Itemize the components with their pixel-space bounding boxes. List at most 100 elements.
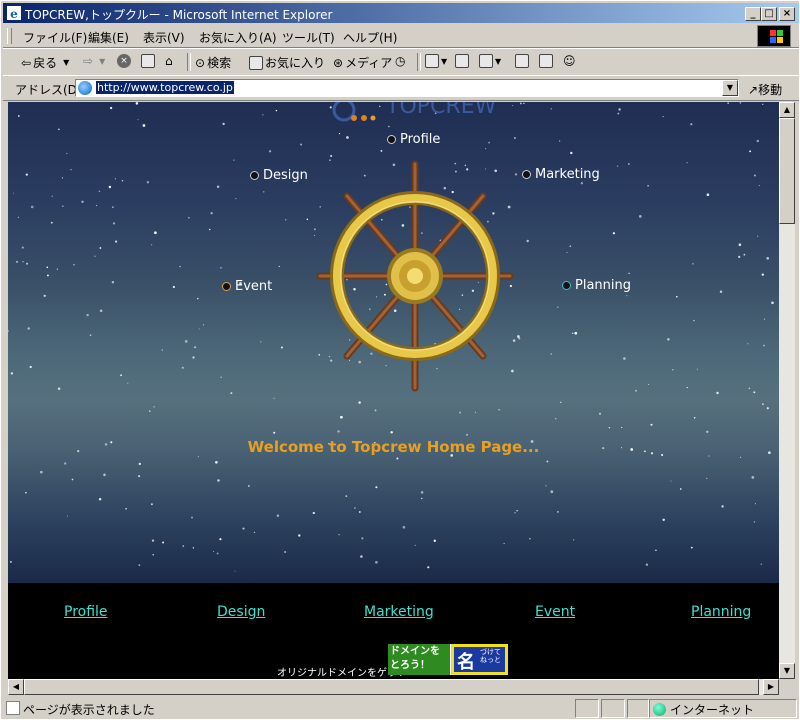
star-dot: [81, 200, 84, 204]
minimize-button[interactable]: _: [745, 7, 761, 21]
star-dot: [738, 255, 741, 259]
history-button[interactable]: ◷: [395, 54, 405, 68]
messenger-button[interactable]: ☺: [563, 54, 576, 68]
address-input[interactable]: http://www.topcrew.co.jp ▼: [75, 79, 739, 97]
menu-help[interactable]: ヘルプ(H): [343, 29, 397, 46]
media-button[interactable]: ⊛ メディア: [333, 54, 392, 71]
star-dot: [739, 102, 742, 104]
bottom-link-marketing[interactable]: Marketing: [364, 604, 434, 620]
star-dot: [215, 461, 218, 464]
star-dot: [623, 357, 626, 360]
horizontal-scroll-thumb[interactable]: [24, 679, 759, 695]
star-dot: [608, 427, 611, 429]
star-dot: [8, 330, 10, 332]
stop-icon: ×: [117, 54, 131, 68]
star-dot: [740, 456, 742, 458]
print-button[interactable]: [455, 54, 469, 68]
star-dot: [753, 521, 756, 523]
star-dot: [753, 391, 756, 394]
discuss-button[interactable]: [515, 54, 529, 68]
research-button[interactable]: [539, 54, 553, 68]
star-dot: [706, 477, 708, 479]
address-bar: アドレス(D) http://www.topcrew.co.jp ▼ ↗移動: [3, 75, 799, 101]
menu-tools[interactable]: ツール(T): [282, 29, 335, 46]
refresh-button[interactable]: [141, 54, 155, 68]
star-dot: [420, 491, 424, 494]
menu-grip[interactable]: [7, 28, 12, 44]
star-dot: [312, 511, 315, 515]
star-dot: [516, 509, 518, 512]
star-dot: [219, 538, 222, 541]
wheel-nav-planning[interactable]: Planning: [562, 278, 631, 293]
star-dot: [573, 539, 575, 541]
mail-button[interactable]: ▼: [425, 54, 447, 68]
star-dot: [545, 485, 547, 487]
bottom-link-design[interactable]: Design: [217, 604, 265, 620]
home-button[interactable]: ⌂: [165, 54, 173, 68]
star-dot: [396, 457, 399, 460]
star-dot: [756, 139, 760, 143]
svg-text:e: e: [10, 7, 18, 20]
star-dot: [62, 205, 64, 207]
scroll-up-button[interactable]: ▲: [779, 102, 795, 118]
menu-edit[interactable]: 編集(E): [88, 29, 129, 46]
go-button[interactable]: ↗移動: [748, 81, 782, 98]
star-dot: [151, 244, 153, 246]
favorites-button[interactable]: お気に入り: [249, 54, 325, 71]
scroll-left-button[interactable]: ◀: [8, 679, 24, 695]
star-dot: [760, 563, 763, 566]
star-dot: [686, 162, 688, 164]
star-dot: [414, 544, 416, 546]
star-dot: [672, 368, 674, 371]
star-dot: [89, 334, 92, 337]
wheel-nav-marketing[interactable]: Marketing: [522, 167, 600, 182]
scroll-right-button[interactable]: ▶: [763, 679, 779, 695]
wheel-nav-profile[interactable]: Profile: [387, 132, 440, 147]
star-dot: [421, 497, 423, 500]
close-button[interactable]: ×: [779, 7, 795, 21]
vertical-scroll-thumb[interactable]: [779, 118, 795, 224]
star-dot: [30, 205, 34, 209]
star-dot: [360, 555, 363, 558]
star-dot: [152, 554, 154, 556]
star-dot: [621, 426, 623, 429]
menu-favorites[interactable]: お気に入り(A): [199, 29, 277, 46]
address-dropdown-button[interactable]: ▼: [722, 80, 738, 96]
star-dot: [285, 219, 287, 221]
edit-button[interactable]: ▼: [479, 54, 501, 68]
title-bar[interactable]: e TOPCREW,トップクルー - Microsoft Internet Ex…: [3, 3, 799, 23]
star-dot: [459, 411, 462, 414]
back-dropdown-icon[interactable]: ▼: [63, 58, 69, 67]
back-button[interactable]: ⇦ 戻る ▼: [21, 54, 69, 71]
star-dot: [337, 430, 340, 433]
maximize-button[interactable]: □: [761, 7, 777, 21]
star-dot: [571, 332, 574, 335]
star-dot: [220, 267, 222, 269]
wheel-nav-design[interactable]: Design: [250, 168, 308, 183]
window-title: TOPCREW,トップクルー - Microsoft Internet Expl…: [25, 8, 333, 22]
address-url[interactable]: http://www.topcrew.co.jp: [96, 81, 234, 94]
menu-file[interactable]: ファイル(F): [23, 29, 87, 46]
ship-wheel-icon[interactable]: [315, 158, 515, 394]
star-dot: [210, 212, 213, 215]
domain-banner[interactable]: ドメインをとろう！ 名 づけてねっと: [388, 644, 508, 675]
star-dot: [375, 486, 378, 489]
star-dot: [647, 184, 649, 187]
star-dot: [15, 260, 19, 264]
star-dot: [58, 128, 60, 131]
forward-button[interactable]: ⇨ ▼: [83, 54, 105, 68]
star-dot: [260, 341, 262, 343]
scroll-down-button[interactable]: ▼: [779, 663, 795, 679]
stop-button[interactable]: ×: [117, 54, 131, 68]
bottom-link-planning[interactable]: Planning: [691, 604, 751, 620]
star-dot: [754, 503, 756, 505]
vertical-scrollbar[interactable]: ▲ ▼: [779, 102, 795, 679]
horizontal-scrollbar[interactable]: ◀ ▶: [8, 679, 779, 695]
star-dot: [25, 491, 27, 494]
search-button[interactable]: ⊙ 検索: [195, 54, 231, 71]
bottom-link-profile[interactable]: Profile: [64, 604, 108, 620]
menu-view[interactable]: 表示(V): [143, 29, 185, 46]
star-dot: [95, 204, 98, 207]
wheel-nav-event[interactable]: Event: [222, 279, 272, 294]
bottom-link-event[interactable]: Event: [535, 604, 575, 620]
